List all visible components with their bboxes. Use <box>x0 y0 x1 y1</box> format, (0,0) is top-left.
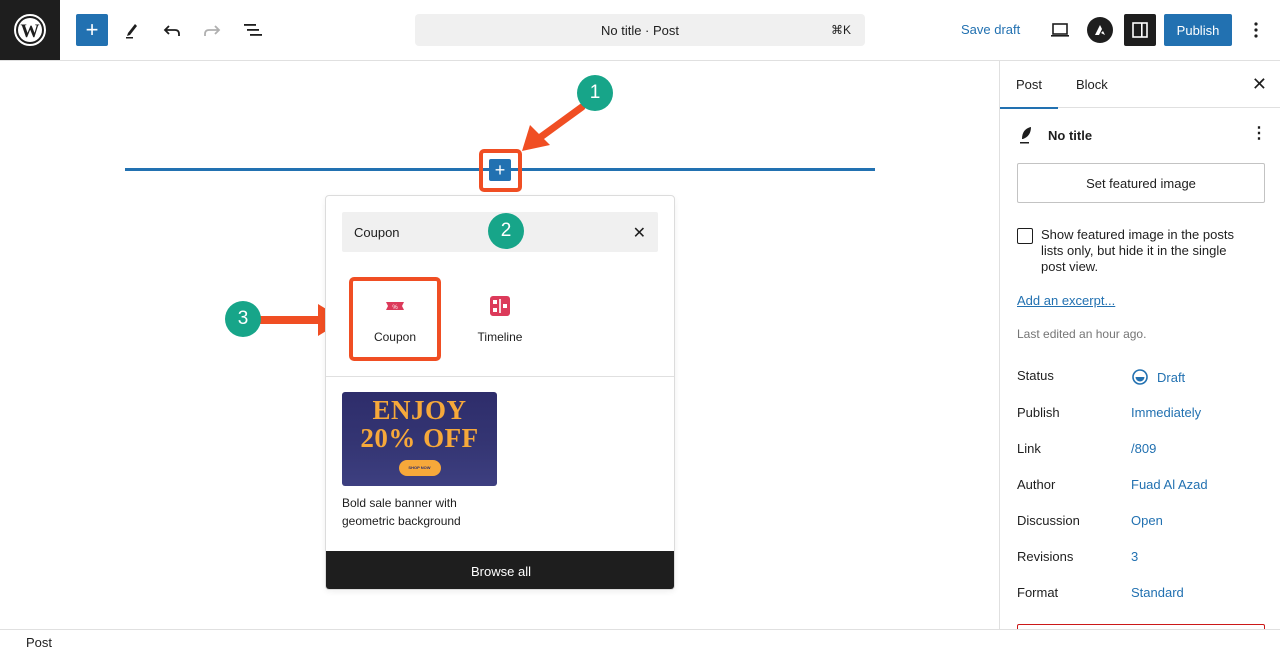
feather-icon <box>1020 127 1031 144</box>
meta-key: Link <box>1017 441 1041 456</box>
meta-key: Format <box>1017 585 1059 600</box>
sidebar-icon <box>1132 22 1148 38</box>
editor-footer: Post <box>0 629 1280 654</box>
meta-key: Author <box>1017 477 1056 492</box>
meta-row-author: Author Fuad Al Azad <box>1017 477 1267 497</box>
annotation-badge-3: 3 <box>225 301 261 337</box>
timeline-block[interactable]: Timeline <box>455 280 545 360</box>
annotation-badge-2: 2 <box>488 213 524 249</box>
publish-button[interactable]: Publish <box>1164 14 1232 46</box>
annotation-highlight-3 <box>349 277 441 361</box>
annotation-badge-1: 1 <box>577 75 613 111</box>
meta-key: Status <box>1017 368 1054 383</box>
pattern-description: Bold sale banner with geometric backgrou… <box>342 496 461 528</box>
save-draft-button[interactable]: Save draft <box>961 22 1020 37</box>
redo-icon <box>204 25 221 36</box>
divider <box>326 376 674 377</box>
block-label: Timeline <box>477 330 523 344</box>
clear-search-icon[interactable]: ✕ <box>633 223 646 243</box>
redo-button[interactable] <box>198 16 226 44</box>
set-featured-image-button[interactable]: Set featured image <box>1017 163 1265 203</box>
timeline-icon <box>490 296 510 316</box>
meta-key: Discussion <box>1017 513 1080 528</box>
preview-desktop-icon <box>1051 23 1069 37</box>
meta-key: Revisions <box>1017 549 1074 564</box>
astra-icon <box>1095 25 1105 35</box>
close-icon[interactable]: ✕ <box>1252 74 1267 95</box>
meta-key: Publish <box>1017 405 1060 420</box>
pattern-heading-line1: ENJOY <box>372 395 467 425</box>
post-summary-title: No title ⋮ <box>1017 123 1267 147</box>
more-options-icon <box>1254 22 1258 38</box>
tools-button[interactable] <box>118 16 146 44</box>
undo-button[interactable] <box>158 16 186 44</box>
checkbox-label: Show featured image in the posts lists o… <box>1041 227 1234 274</box>
settings-toggle-button[interactable] <box>1124 14 1156 46</box>
featured-image-checkbox[interactable] <box>1017 228 1033 244</box>
document-title: No title · Post <box>600 22 680 38</box>
meta-row-link: Link /809 <box>1017 441 1267 461</box>
post-title: No title <box>1048 128 1093 143</box>
annotation-arrow-1 <box>522 103 586 151</box>
plus-icon: + <box>85 17 99 42</box>
editor-header: W + No title · Post ⌘K Save draft Publis… <box>0 0 1280 61</box>
tab-block[interactable]: Block <box>1060 61 1124 108</box>
command-palette-bar[interactable]: No title · Post ⌘K <box>415 14 865 46</box>
author-value[interactable]: Fuad Al Azad <box>1131 477 1208 492</box>
breadcrumb[interactable]: Post <box>26 635 52 650</box>
last-edited-text: Last edited an hour ago. <box>1017 327 1147 341</box>
permalink-value[interactable]: /809 <box>1131 441 1156 456</box>
meta-row-discussion: Discussion Open <box>1017 513 1267 533</box>
publish-date-value[interactable]: Immediately <box>1131 405 1201 420</box>
settings-sidebar: Post Block ✕ No title ⋮ Set featured ima… <box>999 61 1280 629</box>
quick-inserter-popover: ✕ % Coupon Timeline <box>325 195 675 590</box>
astra-settings-button[interactable] <box>1087 17 1113 43</box>
format-value[interactable]: Standard <box>1131 585 1184 600</box>
list-view-icon <box>244 24 262 36</box>
undo-icon <box>163 25 180 36</box>
meta-row-format: Format Standard <box>1017 585 1267 605</box>
more-options-icon[interactable]: ⋮ <box>1251 123 1267 143</box>
search-input[interactable] <box>342 212 612 252</box>
preview-button[interactable] <box>1046 16 1074 44</box>
pencil-icon <box>126 24 137 39</box>
wordpress-icon: W <box>14 14 46 46</box>
meta-value: Draft <box>1157 369 1186 385</box>
document-overview-button[interactable] <box>238 16 266 44</box>
revisions-value[interactable]: 3 <box>1131 549 1138 564</box>
pattern-cta: SHOP NOW <box>398 460 441 476</box>
shortcut-hint: ⌘K <box>830 23 851 37</box>
sidebar-tabs: Post Block ✕ <box>1000 61 1280 109</box>
svg-text:W: W <box>21 21 40 42</box>
draft-status-icon <box>1132 369 1148 385</box>
wordpress-logo[interactable]: W <box>0 0 60 60</box>
meta-row-revisions: Revisions 3 <box>1017 549 1267 569</box>
options-button[interactable] <box>1244 16 1268 44</box>
status-value[interactable]: Draft <box>1131 368 1185 386</box>
discussion-value[interactable]: Open <box>1131 513 1163 528</box>
editor-canvas: + 1 ✕ % Coupon <box>0 61 999 629</box>
browse-all-button[interactable]: Browse all <box>326 551 674 589</box>
block-inserter-button[interactable]: + <box>76 14 108 46</box>
add-excerpt-link[interactable]: Add an excerpt... <box>1017 293 1115 308</box>
pattern-heading-line2: 20% OFF <box>360 423 479 453</box>
pattern-preview[interactable]: ENJOY 20% OFF SHOP NOW <box>342 392 497 486</box>
meta-row-publish: Publish Immediately <box>1017 405 1267 425</box>
meta-row-status: Status Draft <box>1017 368 1267 388</box>
tab-post[interactable]: Post <box>1000 61 1059 109</box>
